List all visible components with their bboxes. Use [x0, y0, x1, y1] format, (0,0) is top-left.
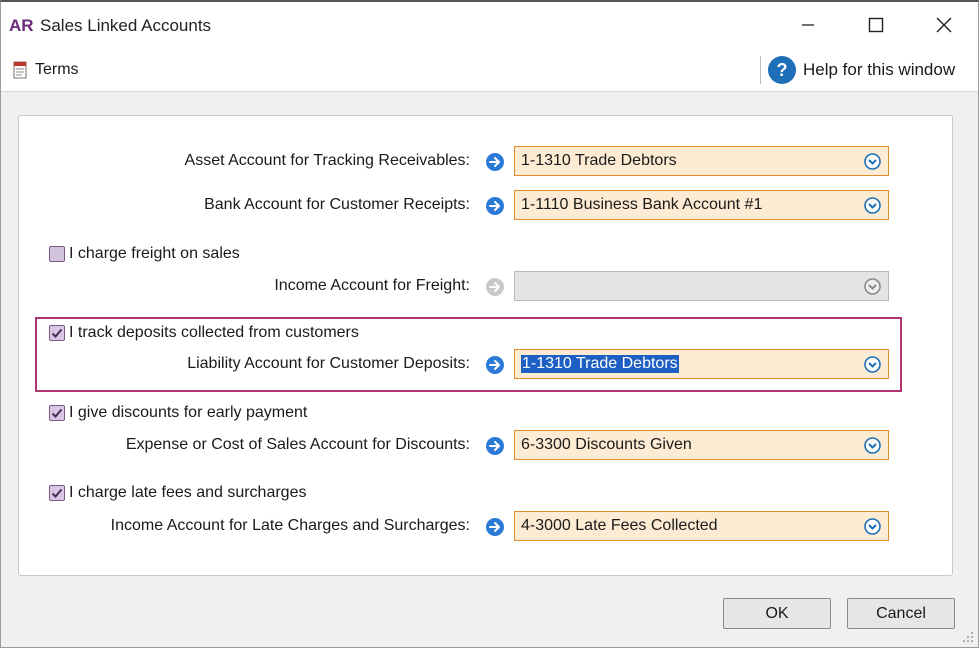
- deposits-account-zoom-arrow-icon[interactable]: [485, 355, 505, 375]
- help-button[interactable]: ? Help for this window: [767, 55, 955, 85]
- asset-account-select[interactable]: 1-1310 Trade Debtors: [514, 146, 889, 176]
- discounts-checkbox[interactable]: [49, 405, 65, 421]
- minimize-icon: [802, 24, 814, 26]
- freight-account-zoom-arrow-icon: [486, 278, 504, 296]
- toolbar: Terms ? Help for this window: [1, 48, 978, 92]
- title-bar: AR Sales Linked Accounts: [1, 2, 978, 48]
- asset-account-value: 1-1310 Trade Debtors: [521, 152, 677, 169]
- freight-checkbox-row[interactable]: I charge freight on sales: [49, 244, 240, 264]
- maximize-icon: [868, 17, 884, 33]
- freight-account-select: [514, 271, 889, 301]
- window-title: Sales Linked Accounts: [40, 16, 212, 35]
- bank-account-select[interactable]: 1-1110 Business Bank Account #1: [514, 190, 889, 220]
- terms-label: Terms: [35, 61, 79, 78]
- toolbar-divider: [760, 56, 761, 84]
- terms-button[interactable]: Terms: [11, 59, 79, 81]
- checkmark-icon: [51, 408, 63, 418]
- asset-account-zoom-arrow-icon[interactable]: [485, 152, 505, 172]
- bank-account-value: 1-1110 Business Bank Account #1: [521, 196, 763, 213]
- late-fees-account-label: Income Account for Late Charges and Surc…: [110, 517, 470, 534]
- late-fees-account-value: 4-3000 Late Fees Collected: [521, 517, 718, 534]
- chevron-down-icon[interactable]: [864, 197, 881, 214]
- late-fees-account-select[interactable]: 4-3000 Late Fees Collected: [514, 511, 889, 541]
- bank-account-zoom-arrow-icon[interactable]: [485, 196, 505, 216]
- chevron-down-icon[interactable]: [864, 518, 881, 535]
- chevron-down-icon[interactable]: [864, 153, 881, 170]
- svg-text:?: ?: [777, 60, 788, 80]
- resize-grip-icon[interactable]: [962, 631, 974, 643]
- cancel-button[interactable]: Cancel: [847, 598, 955, 629]
- discounts-account-label: Expense or Cost of Sales Account for Dis…: [125, 436, 470, 453]
- late-fees-checkbox-row[interactable]: I charge late fees and surcharges: [49, 483, 306, 503]
- deposits-checkbox-label: I track deposits collected from customer…: [69, 324, 359, 341]
- ok-button[interactable]: OK: [723, 598, 831, 629]
- help-label: Help for this window: [803, 60, 956, 79]
- deposits-account-value[interactable]: 1-1310 Trade Debtors: [521, 355, 679, 373]
- help-icon: ?: [768, 56, 796, 84]
- late-fees-checkbox-label: I charge late fees and surcharges: [69, 484, 307, 501]
- checkmark-icon: [51, 488, 63, 498]
- app-badge: AR: [9, 16, 34, 35]
- sales-linked-accounts-window: AR Sales Linked Accounts Terms ? Help fo…: [0, 0, 979, 648]
- close-button[interactable]: [921, 10, 967, 40]
- late-fees-account-zoom-arrow-icon[interactable]: [485, 517, 505, 537]
- deposits-checkbox-row[interactable]: I track deposits collected from customer…: [49, 323, 359, 343]
- chevron-down-icon: [864, 278, 881, 295]
- late-fees-checkbox[interactable]: [49, 485, 65, 501]
- discounts-account-value: 6-3300 Discounts Given: [521, 436, 692, 453]
- asset-account-label: Asset Account for Tracking Receivables:: [184, 152, 470, 169]
- checkmark-icon: [51, 328, 63, 338]
- discounts-checkbox-label: I give discounts for early payment: [69, 404, 308, 421]
- deposits-account-label: Liability Account for Customer Deposits:: [187, 355, 470, 372]
- freight-checkbox-label: I charge freight on sales: [69, 245, 240, 262]
- chevron-down-icon[interactable]: [864, 437, 881, 454]
- deposits-checkbox[interactable]: [49, 325, 65, 341]
- document-icon: [13, 61, 27, 79]
- chevron-down-icon[interactable]: [864, 356, 881, 373]
- minimize-button[interactable]: [785, 10, 831, 40]
- bank-account-label: Bank Account for Customer Receipts:: [204, 196, 470, 213]
- deposits-account-select[interactable]: 1-1310 Trade Debtors: [514, 349, 889, 379]
- discounts-account-select[interactable]: 6-3300 Discounts Given: [514, 430, 889, 460]
- maximize-button[interactable]: [853, 10, 899, 40]
- freight-account-label: Income Account for Freight:: [274, 277, 470, 294]
- discounts-checkbox-row[interactable]: I give discounts for early payment: [49, 403, 307, 423]
- freight-checkbox[interactable]: [49, 246, 65, 262]
- discounts-account-zoom-arrow-icon[interactable]: [485, 436, 505, 456]
- close-icon: [936, 17, 952, 33]
